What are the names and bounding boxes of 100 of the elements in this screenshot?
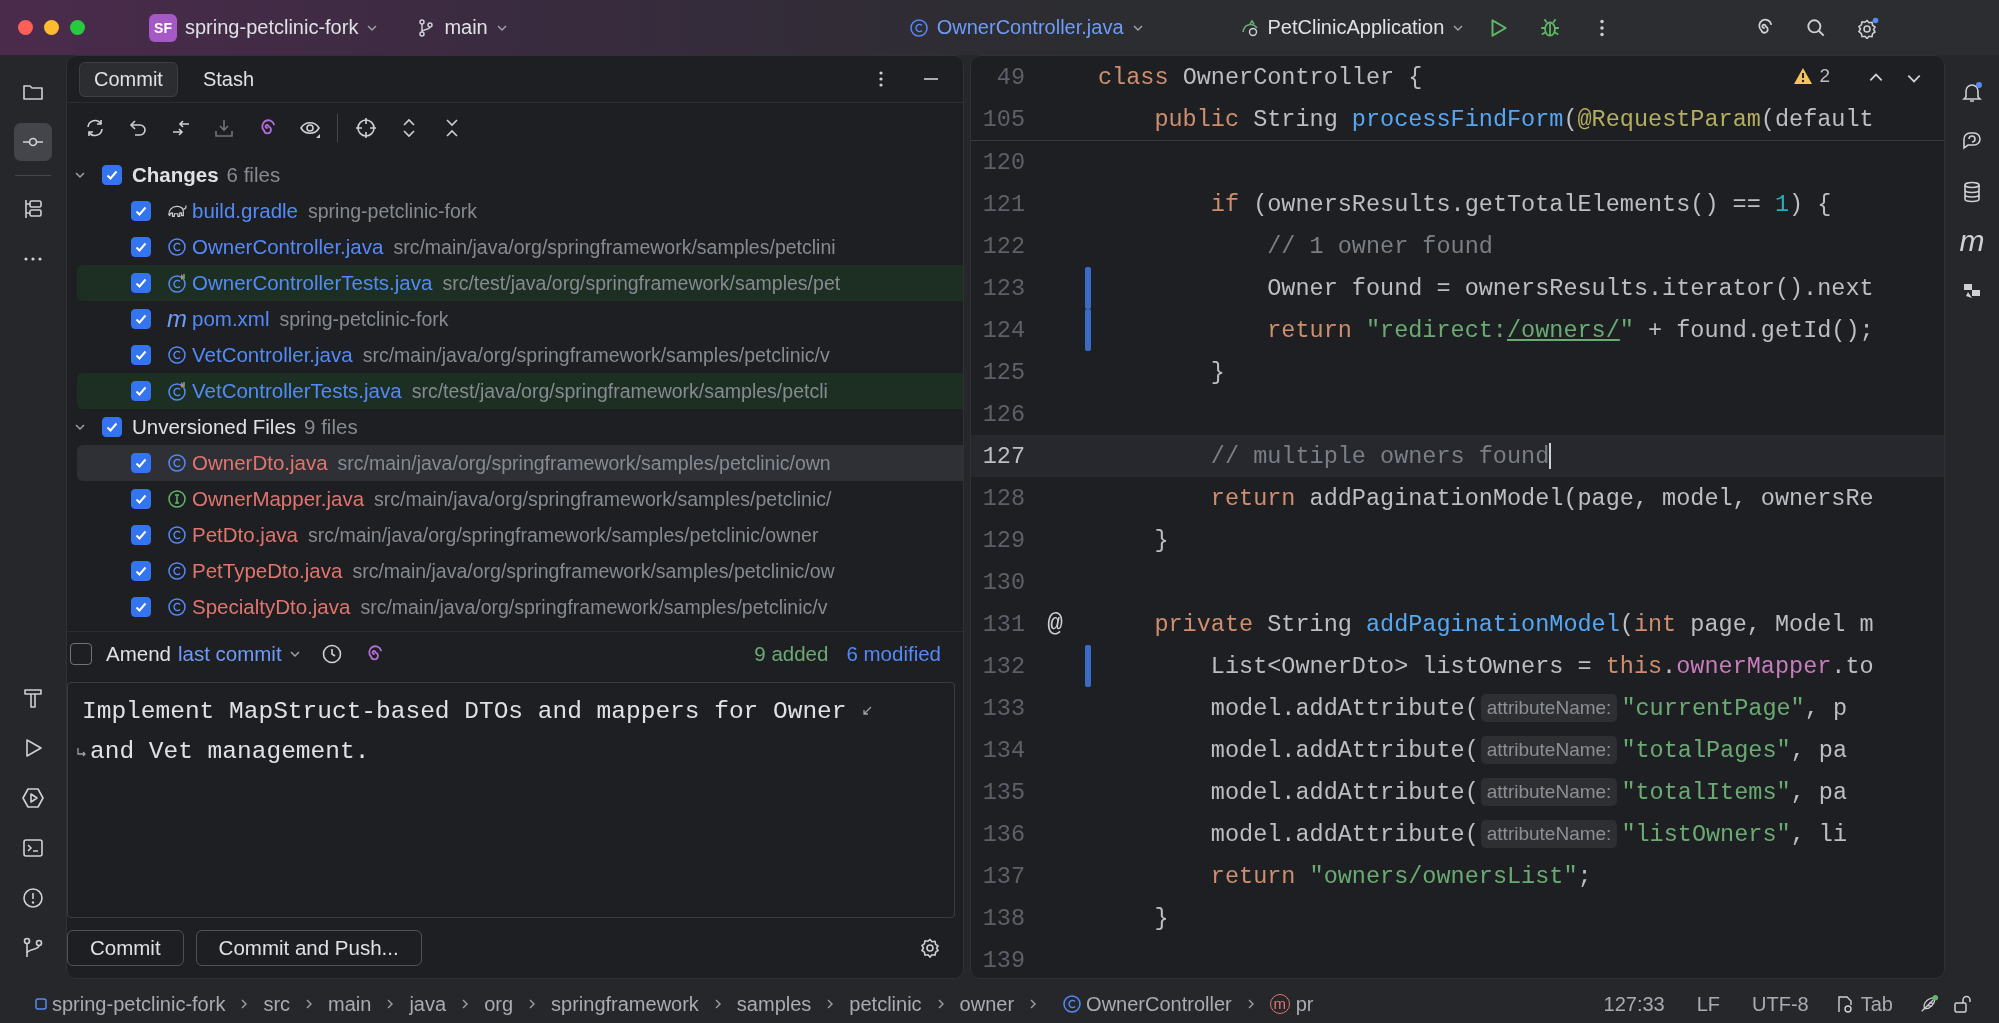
- amend-label: Amend: [106, 642, 171, 666]
- breadcrumb[interactable]: pr: [1295, 992, 1314, 1016]
- checkbox[interactable]: [131, 561, 151, 581]
- current-file-selector[interactable]: OwnerController.java: [900, 10, 1152, 45]
- file-encoding[interactable]: UTF-8: [1752, 992, 1809, 1016]
- line-separator[interactable]: LF: [1696, 992, 1721, 1016]
- panel-tab[interactable]: Commit: [79, 61, 178, 97]
- file-name: VetController.java: [192, 343, 353, 367]
- checkbox[interactable]: [131, 597, 151, 617]
- services-icon[interactable]: [21, 786, 45, 810]
- change-marker[interactable]: [1085, 267, 1091, 309]
- line-number: 127: [981, 442, 1025, 470]
- file-row[interactable]: OwnerDto.java src/main/java/org/springframework/samples/petclinic/own: [77, 445, 963, 481]
- breadcrumb[interactable]: samples: [736, 992, 812, 1016]
- file-path: spring-petclinic-fork: [279, 307, 449, 331]
- file-count: 9 files: [304, 415, 358, 439]
- project-selector[interactable]: SF spring-petclinic-fork: [141, 7, 387, 48]
- checkbox[interactable]: [131, 345, 151, 365]
- file-row[interactable]: m pom.xml spring-petclinic-fork: [77, 301, 963, 337]
- branch-selector[interactable]: main: [408, 10, 516, 45]
- line-number: 135: [981, 778, 1025, 806]
- maven-glyph: m: [167, 309, 187, 329]
- file-row[interactable]: VetControllerTests.java src/test/java/org/springframework/samples/petcli: [77, 373, 963, 409]
- zoom-window-button[interactable]: [70, 20, 85, 35]
- change-marker[interactable]: [1085, 309, 1091, 351]
- file-row[interactable]: SpecialtyDto.java src/main/java/org/springframework/samples/petclinic/v: [77, 589, 963, 625]
- commit-button[interactable]: Commit: [67, 930, 184, 966]
- breadcrumb[interactable]: spring-petclinic-fork: [52, 992, 226, 1016]
- close-window-button[interactable]: [18, 20, 33, 35]
- line-number: 126: [981, 400, 1025, 428]
- breadcrumb[interactable]: petclinic: [849, 992, 922, 1016]
- code-text: return "redirect:/owners/" + found.getId();: [1266, 316, 1874, 344]
- line-number: 130: [981, 568, 1025, 596]
- code-text: }: [1153, 904, 1169, 932]
- target-icon[interactable]: [354, 117, 377, 139]
- implementation-mark[interactable]: @: [1047, 609, 1063, 639]
- class-icon: [1062, 994, 1083, 1014]
- line-number: 139: [981, 946, 1025, 974]
- git-icon[interactable]: [21, 936, 45, 960]
- wrap-arrow-icon: [76, 745, 88, 757]
- checkbox[interactable]: [131, 309, 151, 329]
- file-row[interactable]: PetTypeDto.java src/main/java/org/springframework/samples/petclinic/ow: [77, 553, 963, 589]
- change-summary: 9 added: [754, 642, 829, 666]
- problems-icon[interactable]: [21, 886, 45, 910]
- caret-icon[interactable]: [288, 648, 301, 660]
- breadcrumb[interactable]: owner: [959, 992, 1015, 1016]
- breadcrumb[interactable]: OwnerController: [1086, 992, 1232, 1016]
- hammer-icon[interactable]: [21, 686, 45, 710]
- clock-icon[interactable]: [320, 643, 343, 665]
- terminal-icon[interactable]: [21, 836, 45, 860]
- line-number: 123: [981, 274, 1025, 302]
- commit-tool-button[interactable]: [14, 123, 52, 161]
- file-path: src/main/java/org/springframework/samples/petclinic/: [374, 487, 832, 511]
- interface-icon: [167, 489, 187, 509]
- code-text: // 1 owner found: [1266, 232, 1493, 260]
- change-marker[interactable]: [1085, 645, 1091, 687]
- breadcrumb[interactable]: springframework: [551, 992, 699, 1016]
- checkbox[interactable]: [131, 273, 151, 293]
- checkbox[interactable]: [131, 453, 151, 473]
- checkbox[interactable]: [102, 165, 122, 185]
- file-row[interactable]: OwnerController.java src/main/java/org/springframework/samples/petclini: [77, 229, 963, 265]
- minimize-window-button[interactable]: [44, 20, 59, 35]
- group-label: Changes: [132, 163, 219, 187]
- settings-icon[interactable]: [1857, 16, 1880, 39]
- file-row[interactable]: build.gradle spring-petclinic-fork: [77, 193, 963, 229]
- file-name: SpecialtyDto.java: [192, 595, 351, 619]
- checkbox[interactable]: [131, 381, 151, 401]
- file-row[interactable]: VetController.java src/main/java/org/springframework/samples/petclinic/v: [77, 337, 963, 373]
- panel-tab[interactable]: Stash: [187, 61, 270, 97]
- run-configuration-selector[interactable]: PetClinicApplication: [1231, 10, 1473, 45]
- amend-checkbox[interactable]: [70, 643, 92, 665]
- cursor-position[interactable]: 127:33: [1603, 992, 1665, 1016]
- class-icon: [167, 345, 187, 365]
- maven-glyph[interactable]: m: [1959, 228, 1985, 254]
- breadcrumb[interactable]: org: [484, 992, 514, 1016]
- file-row[interactable]: OwnerMapper.java src/main/java/org/springframework/samples/petclinic/: [77, 481, 963, 517]
- lock-icon[interactable]: [1953, 994, 1973, 1014]
- file-name: PetDto.java: [192, 523, 298, 547]
- feather-icon[interactable]: [1919, 994, 1939, 1014]
- file-row[interactable]: PetDto.java src/main/java/org/springframework/samples/petclinic/owner: [77, 517, 963, 553]
- code-editor[interactable]: [970, 55, 1945, 979]
- checkbox[interactable]: [131, 201, 151, 221]
- bug-icon[interactable]: [1539, 16, 1562, 39]
- settings-icon[interactable]: [919, 937, 941, 959]
- checkbox[interactable]: [131, 237, 151, 257]
- file-row[interactable]: OwnerControllerTests.java src/test/java/org/springframework/samples/pet: [77, 265, 963, 301]
- indent-setting[interactable]: Tab: [1860, 992, 1893, 1016]
- breadcrumb[interactable]: src: [263, 992, 291, 1016]
- commit-message-field[interactable]: Implement MapStruct-based DTOs and mappers for Owner and Vet management.: [67, 682, 955, 918]
- checkbox[interactable]: [131, 489, 151, 509]
- commit-button[interactable]: Commit and Push...: [195, 930, 422, 966]
- download-icon[interactable]: [212, 117, 235, 139]
- checkbox[interactable]: [102, 417, 122, 437]
- breadcrumb[interactable]: java: [409, 992, 447, 1016]
- breadcrumb[interactable]: main: [328, 992, 372, 1016]
- bell-icon[interactable]: [1960, 80, 1984, 104]
- test-class-icon: [167, 381, 187, 401]
- file-name: PetTypeDto.java: [192, 559, 343, 583]
- last-commit-link[interactable]: last commit: [177, 642, 282, 666]
- checkbox[interactable]: [131, 525, 151, 545]
